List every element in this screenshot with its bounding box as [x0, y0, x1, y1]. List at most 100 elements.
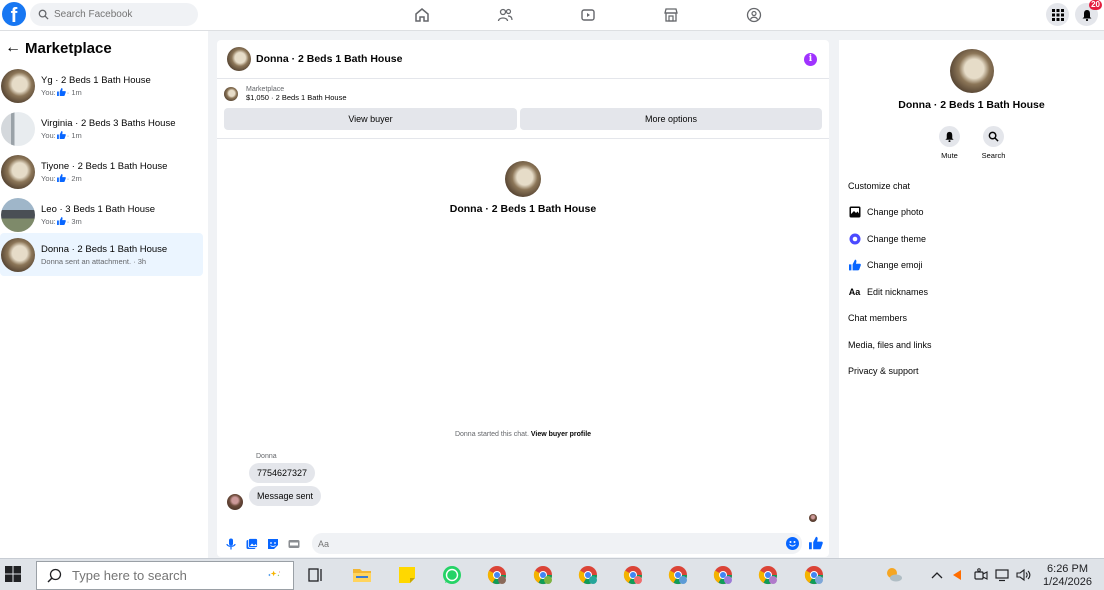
- conversation-avatar: [1, 237, 35, 272]
- notifications-button[interactable]: 20: [1075, 0, 1102, 26]
- conversation-preview: You: · 1m: [41, 130, 82, 140]
- conversation-name: Virginia · 2 Beds 3 Baths House: [41, 117, 176, 129]
- nav-watch[interactable]: [546, 0, 629, 30]
- conversation-item[interactable]: Tiyone · 2 Beds 1 Bath House You: · 2m: [0, 150, 203, 193]
- weather-icon[interactable]: [884, 565, 904, 585]
- attach-photo-button[interactable]: [241, 534, 262, 554]
- conversation-avatar: [1, 111, 35, 146]
- top-navigation-bar: f 20: [0, 0, 1104, 31]
- friends-icon: [497, 8, 513, 22]
- network-icon[interactable]: [995, 568, 1011, 582]
- windows-start-icon[interactable]: [4, 565, 22, 583]
- emoji-button[interactable]: [786, 537, 799, 550]
- chrome-profile-icon[interactable]: [622, 564, 644, 586]
- change-photo-option[interactable]: Change photo: [848, 205, 924, 219]
- message-input-wrapper[interactable]: [312, 533, 802, 554]
- view-buyer-button[interactable]: View buyer: [224, 108, 517, 130]
- details-actions: Mute Search: [839, 126, 1104, 160]
- info-icon[interactable]: i: [804, 53, 817, 66]
- conversation-preview: You: · 1m: [41, 87, 82, 97]
- chrome-profile-icon[interactable]: [803, 564, 825, 586]
- details-avatar[interactable]: [949, 49, 994, 93]
- voice-clip-button[interactable]: [220, 534, 241, 554]
- search-in-chat-button[interactable]: Search: [979, 126, 1009, 160]
- chat-title[interactable]: Donna · 2 Beds 1 Bath House: [256, 53, 402, 65]
- chat-header-avatar[interactable]: [227, 47, 251, 71]
- search-icon: [988, 131, 999, 142]
- listing-buttons: View buyer More options: [217, 108, 829, 130]
- gif-icon: [288, 540, 299, 548]
- conversation-avatar: [1, 197, 35, 232]
- chat-profile-avatar[interactable]: [505, 161, 541, 197]
- privacy-support-section[interactable]: Privacy & support: [848, 364, 919, 378]
- conversation-item[interactable]: Leo · 3 Beds 1 Bath House You: · 3m: [0, 193, 203, 236]
- sticky-notes-icon[interactable]: [396, 564, 418, 586]
- grid-menu-icon: [1051, 8, 1064, 21]
- read-receipt-avatar: [809, 514, 817, 522]
- message-input[interactable]: [318, 538, 778, 549]
- chrome-profile-icon[interactable]: [667, 564, 689, 586]
- windows-taskbar: 6:26 PM 1/24/2026: [0, 558, 1104, 590]
- view-buyer-profile-link[interactable]: View buyer profile: [531, 431, 591, 438]
- bell-icon: [1082, 9, 1091, 21]
- file-explorer-icon[interactable]: [351, 564, 373, 586]
- sidebar-header: ← Marketplace: [0, 31, 208, 65]
- edit-nicknames-option[interactable]: Aa Edit nicknames: [848, 285, 928, 299]
- conversation-item[interactable]: Yg · 2 Beds 1 Bath House You: · 1m: [0, 64, 203, 107]
- mute-button[interactable]: Mute: [935, 126, 965, 160]
- chat-members-section[interactable]: Chat members: [848, 311, 907, 325]
- chrome-profile-icon[interactable]: [532, 564, 554, 586]
- search-input[interactable]: [54, 9, 184, 20]
- conversation-preview: Donna sent an attachment. · 3h: [41, 256, 147, 266]
- taskbar-search-box[interactable]: [36, 561, 294, 590]
- back-arrow-icon[interactable]: ←: [5, 39, 23, 57]
- system-clock[interactable]: 6:26 PM 1/24/2026: [1040, 563, 1095, 589]
- chrome-profile-icon[interactable]: [577, 564, 599, 586]
- listing-label: Marketplace: [246, 85, 285, 93]
- menu-button[interactable]: [1046, 3, 1069, 26]
- nav-groups[interactable]: [712, 0, 795, 30]
- nickname-icon: Aa: [848, 287, 861, 297]
- conversation-item-active[interactable]: Donna · 2 Beds 1 Bath House Donna sent a…: [0, 233, 203, 276]
- chrome-profile-icon[interactable]: [712, 564, 734, 586]
- conversation-item[interactable]: Virginia · 2 Beds 3 Baths House You: · 1…: [0, 107, 203, 150]
- thumbs-up-icon: [848, 259, 861, 271]
- change-emoji-option[interactable]: Change emoji: [848, 258, 923, 272]
- sticker-button[interactable]: [262, 534, 283, 554]
- notification-count-badge: 20: [1089, 0, 1102, 10]
- send-like-icon[interactable]: [809, 536, 823, 550]
- photo-icon: [246, 538, 258, 549]
- customize-chat-section[interactable]: Customize chat: [848, 179, 910, 193]
- facebook-search-box[interactable]: [30, 3, 198, 26]
- media-files-links-section[interactable]: Media, files and links: [848, 338, 932, 352]
- nav-marketplace[interactable]: [629, 0, 712, 30]
- whatsapp-icon[interactable]: [441, 564, 463, 586]
- theme-icon: [849, 233, 860, 245]
- taskbar-search-input[interactable]: [72, 568, 222, 583]
- volume-icon[interactable]: [1016, 568, 1032, 582]
- nav-home[interactable]: [380, 0, 463, 30]
- nav-friends[interactable]: [463, 0, 546, 30]
- message-bubble[interactable]: Message sent: [249, 486, 322, 506]
- show-hidden-icons-chevron-icon[interactable]: [930, 569, 944, 581]
- chat-panel: Donna · 2 Beds 1 Bath House i Marketplac…: [217, 40, 829, 557]
- conversation-avatar: [1, 154, 35, 189]
- gif-button[interactable]: [283, 534, 304, 554]
- thumbs-up-icon: [56, 174, 66, 182]
- marketplace-icon: [663, 8, 678, 22]
- chrome-profile-icon[interactable]: [486, 564, 508, 586]
- vlc-tray-icon[interactable]: [950, 568, 964, 582]
- change-theme-option[interactable]: Change theme: [848, 232, 926, 246]
- groups-icon: [746, 7, 761, 23]
- search-icon: [38, 9, 49, 20]
- message-bubble[interactable]: 7754627327: [249, 463, 316, 483]
- meet-now-icon[interactable]: [973, 568, 989, 582]
- more-options-button[interactable]: More options: [520, 108, 822, 130]
- listing-summary[interactable]: Marketplace $1,050 · 2 Beds 1 Bath House: [217, 79, 829, 108]
- task-view-icon[interactable]: [305, 564, 327, 586]
- details-profile: Donna · 2 Beds 1 Bath House: [839, 40, 1104, 111]
- facebook-logo[interactable]: f: [2, 2, 26, 26]
- clock-date: 1/24/2026: [1043, 576, 1092, 588]
- chrome-profile-icon[interactable]: [757, 564, 779, 586]
- photo-icon: [849, 206, 860, 218]
